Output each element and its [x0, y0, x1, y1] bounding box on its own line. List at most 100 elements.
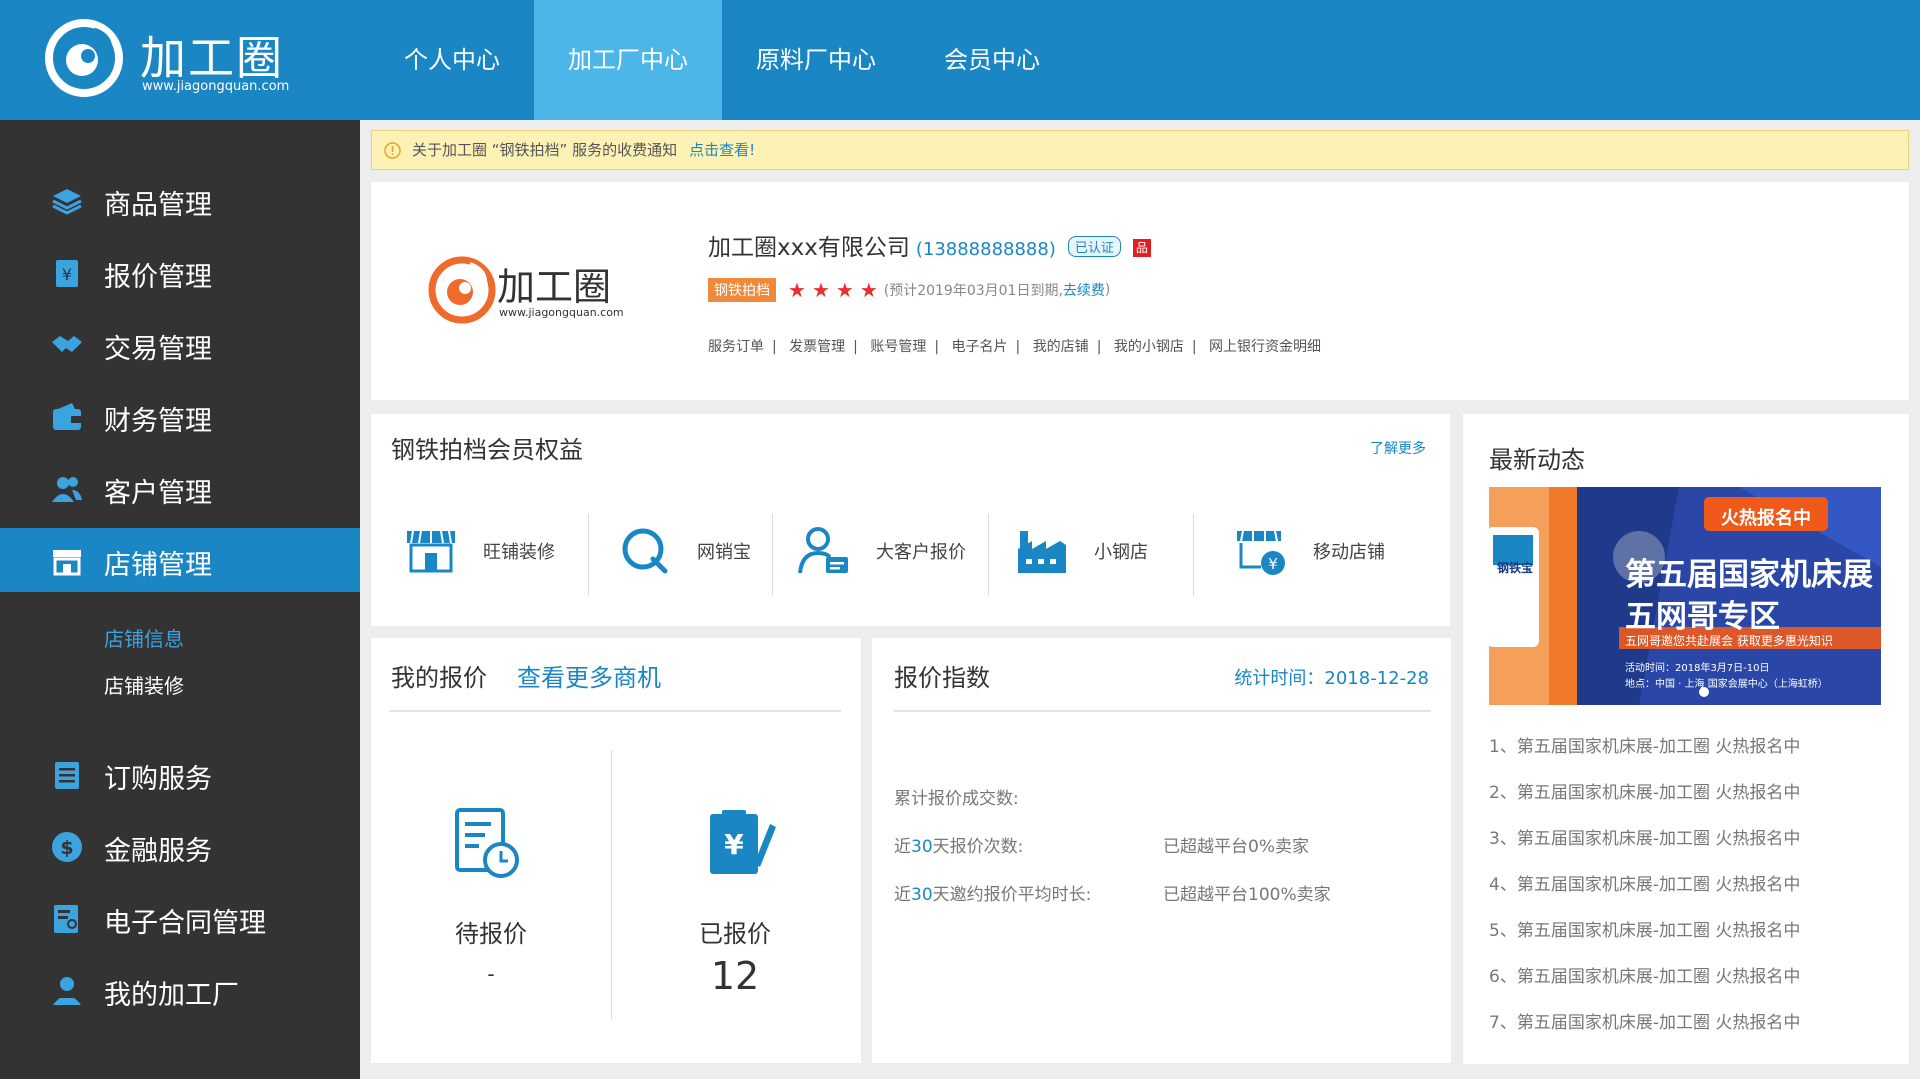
brand-logo[interactable]: 加工圈 www.jiagongquan.com	[44, 16, 304, 104]
banner-location: 地点：中国 · 上海 国家会展中心（上海虹桥）	[1625, 679, 1828, 690]
verified-badge: 已认证	[1067, 236, 1121, 257]
svg-text:¥: ¥	[62, 265, 72, 284]
link-ecard[interactable]: 电子名片	[952, 339, 1008, 355]
link-my-store[interactable]: 我的店铺	[1033, 339, 1089, 355]
logo-mark-icon	[45, 19, 123, 97]
company-name: 加工圈xxx有限公司	[708, 235, 910, 261]
link-bank-funds[interactable]: 网上银行资金明细	[1209, 339, 1321, 355]
benefits-title: 钢铁拍档会员权益	[391, 436, 583, 464]
sidebar-item-trade[interactable]: 交易管理	[0, 312, 360, 376]
benefit-label: 移动店铺	[1313, 542, 1385, 563]
factory-user-icon	[53, 977, 81, 1005]
banner-tag: 火热报名中	[1721, 508, 1811, 529]
sidebar-subitem-store-decor[interactable]: 店铺装修	[104, 670, 184, 699]
sidebar-item-label: 订购服务	[104, 764, 212, 795]
link-service-orders[interactable]: 服务订单	[708, 339, 764, 355]
notice-text: 关于加工圈 “钢铁拍档” 服务的收费通知	[412, 141, 678, 159]
divider	[611, 750, 612, 1020]
benefit-mobile-store[interactable]: ¥ 移动店铺	[1233, 510, 1385, 592]
star-icon: ★	[811, 278, 830, 302]
sidebar-item-quotes[interactable]: ¥ 报价管理	[0, 240, 360, 304]
pending-quote-value: -	[487, 962, 495, 986]
sidebar-item-label: 电子合同管理	[104, 908, 266, 939]
news-item[interactable]: 6、第五届国家机床展-加工圈 火热报名中	[1489, 962, 1800, 987]
benefit-shop-decor[interactable]: 旺铺装修	[403, 510, 555, 592]
benefit-net-sales[interactable]: 网销宝	[617, 510, 751, 592]
benefit-label: 大客户报价	[876, 542, 966, 563]
renew-link[interactable]: 去续费	[1063, 280, 1105, 300]
sidebar-item-label: 商品管理	[104, 190, 212, 221]
link-invoice[interactable]: 发票管理	[789, 339, 845, 355]
my-quotes-card: 我的报价 查看更多商机 待报价 - ¥ 已报价 12	[371, 638, 861, 1063]
company-phone: (13888888888)	[915, 239, 1056, 260]
benefit-small-steel-shop[interactable]: 小钢店	[1014, 510, 1148, 592]
pending-quote-icon[interactable]	[449, 806, 529, 886]
sidebar-item-store[interactable]: 店铺管理	[0, 528, 360, 592]
search-q-icon	[622, 528, 668, 574]
link-my-steel-shop[interactable]: 我的小钢店	[1114, 339, 1184, 355]
notice-link[interactable]: 点击查看!	[689, 141, 755, 159]
nav-member-center[interactable]: 会员中心	[910, 0, 1074, 120]
sidebar-item-label: 财务管理	[104, 406, 212, 437]
svg-text:¥: ¥	[1268, 555, 1278, 573]
expiry-suffix: )	[1104, 282, 1111, 298]
link-account[interactable]: 账号管理	[870, 339, 926, 355]
partner-badge: 钢铁拍档	[708, 278, 776, 302]
company-logo: 加工圈 www.jiagongquan.com	[427, 254, 657, 354]
news-item[interactable]: 4、第五届国家机床展-加工圈 火热报名中	[1489, 870, 1800, 895]
nav-material-center[interactable]: 原料厂中心	[722, 0, 910, 120]
nav-personal-center[interactable]: 个人中心	[370, 0, 534, 120]
user-card-icon	[798, 527, 848, 574]
notice-bar: 关于加工圈 “钢铁拍档” 服务的收费通知 点击查看!	[371, 130, 1909, 170]
sidebar-subitem-store-info[interactable]: 店铺信息	[104, 623, 184, 652]
quotes-title: 我的报价	[391, 664, 487, 692]
benefits-more-link[interactable]: 了解更多	[1370, 438, 1426, 458]
expiry-text: (预计2019年03月01日到期,	[883, 283, 1063, 299]
index-row-duration-value: 已超越平台100%卖家	[1163, 885, 1331, 905]
pending-quote-label: 待报价	[455, 920, 527, 948]
sidebar-item-goods[interactable]: 商品管理	[0, 168, 360, 232]
price-tag-icon: ¥	[56, 260, 78, 287]
more-opportunities-link[interactable]: 查看更多商机	[517, 658, 661, 693]
sidebar-item-contracts[interactable]: 电子合同管理	[0, 886, 360, 950]
news-banner[interactable]: 火热报名中 钢铁宝 第五届国家机床展 五网哥专区 五网哥邀您共赴展会 获取更多惠…	[1489, 487, 1881, 705]
sidebar-item-financial-services[interactable]: $ 金融服务	[0, 814, 360, 878]
store-icon	[53, 550, 81, 576]
sidebar-item-subscribe[interactable]: 订购服务	[0, 742, 360, 806]
index-row-duration: 近30天邀约报价平均时长:	[894, 885, 1092, 905]
shop-icon	[407, 530, 455, 573]
banner-time: 活动时间：2018年3月7日-10日	[1625, 663, 1770, 674]
news-item[interactable]: 1、第五届国家机床展-加工圈 火热报名中	[1489, 732, 1800, 757]
dollar-icon: $	[52, 832, 82, 862]
news-title: 最新动态	[1489, 446, 1585, 474]
sidebar-item-customers[interactable]: 客户管理	[0, 456, 360, 520]
benefit-label: 旺铺装修	[483, 542, 555, 563]
index-row-count-value: 已超越平台0%卖家	[1163, 837, 1309, 857]
divider	[772, 514, 773, 596]
info-icon	[384, 142, 401, 159]
company-logo-text: 加工圈	[497, 265, 612, 309]
company-logo-url: www.jiagongquan.com	[499, 306, 624, 319]
brand-pin-badge: 品	[1132, 239, 1151, 257]
company-card: 加工圈 www.jiagongquan.com 加工圈xxx有限公司 (13888…	[371, 182, 1909, 400]
handshake-icon	[52, 336, 82, 352]
index-row-total: 累计报价成交数:	[894, 789, 1019, 809]
index-title: 报价指数	[894, 664, 990, 692]
news-item[interactable]: 2、第五届国家机床展-加工圈 火热报名中	[1489, 778, 1800, 803]
news-item[interactable]: 7、第五届国家机床展-加工圈 火热报名中	[1489, 1008, 1800, 1033]
star-icon: ★	[835, 278, 854, 302]
news-item[interactable]: 5、第五届国家机床展-加工圈 火热报名中	[1489, 916, 1800, 941]
sidebar-item-label: 报价管理	[104, 262, 212, 293]
benefit-big-client-quote[interactable]: 大客户报价	[796, 510, 966, 592]
carousel-dot[interactable]	[1699, 687, 1709, 697]
news-item[interactable]: 3、第五届国家机床展-加工圈 火热报名中	[1489, 824, 1800, 849]
star-icon: ★	[859, 278, 878, 302]
nav-factory-center[interactable]: 加工厂中心	[534, 0, 722, 120]
sidebar-item-finance[interactable]: 财务管理	[0, 384, 360, 448]
benefits-card: 钢铁拍档会员权益 了解更多 旺铺装修 网销宝 大客户报价 小钢店 ¥ 移动店铺	[371, 414, 1450, 626]
quoted-icon[interactable]: ¥	[704, 806, 784, 886]
banner-invite: 五网哥邀您共赴展会 获取更多惠光知识	[1625, 634, 1833, 648]
svg-text:$: $	[60, 837, 73, 859]
sidebar-item-my-factory[interactable]: 我的加工厂	[0, 958, 360, 1022]
index-date: 统计时间：2018-12-28	[1234, 668, 1429, 689]
